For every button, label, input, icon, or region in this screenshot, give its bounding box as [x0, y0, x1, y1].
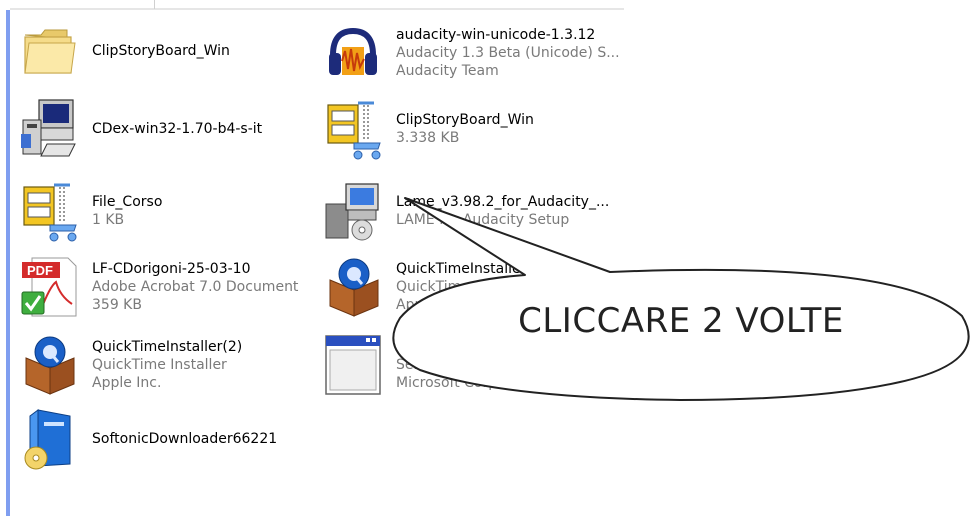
zip-archive-icon	[322, 98, 384, 160]
file-item-pdf[interactable]: PDF LF-CDorigoni-25-03-10 Adobe Acrobat …	[18, 256, 298, 318]
file-name: LF-CDorigoni-25-03-10	[92, 261, 251, 277]
file-description: LAME for Audacity Setup	[396, 212, 570, 228]
file-item-text: ClipStoryBoard_Win 3.338 KB	[396, 111, 534, 147]
file-item-file-corso[interactable]: File_Corso 1 KB	[18, 180, 162, 242]
file-name: audacity-win-unicode-1.3.12	[396, 27, 596, 43]
pdf-icon: PDF	[18, 256, 80, 318]
softonic-icon	[18, 408, 80, 470]
file-name: File_Corso	[92, 194, 163, 210]
file-size: 359 KB	[92, 297, 142, 313]
file-item-text: LF-CDorigoni-25-03-10 Adobe Acrobat 7.0 …	[92, 260, 298, 314]
file-name: CDex-win32-1.70-b4-s-it	[92, 121, 263, 137]
file-company: Microsoft Corporation	[396, 375, 547, 391]
column-separator	[154, 0, 155, 9]
svg-text:PDF: PDF	[27, 263, 53, 278]
file-size: 3.338 KB	[396, 130, 460, 146]
left-panel-edge	[0, 0, 10, 516]
audacity-icon	[322, 22, 384, 84]
file-item-quicktime-installer[interactable]: QuickTimeInstaller QuickTime Installer A…	[322, 256, 531, 318]
file-item-text: QuickTimeInstaller QuickTime Installer A…	[396, 260, 531, 314]
task-pane-stripe	[6, 10, 10, 516]
file-item-lame-installer[interactable]: Lame_v3.98.2_for_Audacity_... LAME for A…	[322, 180, 609, 242]
file-description: Adobe Acrobat 7.0 Document	[92, 279, 299, 295]
quicktime-icon	[18, 334, 80, 396]
file-description: QuickTime Installer	[92, 357, 227, 373]
file-name: ClipStoryBoard_Win	[92, 43, 230, 59]
header-divider	[10, 8, 624, 10]
folder-icon	[18, 20, 80, 82]
file-company: Audacity Team	[396, 63, 499, 79]
file-item-text: Lame_v3.98.2_for_Audacity_... LAME for A…	[396, 193, 609, 229]
file-name: Self-Extractor	[396, 339, 492, 355]
file-item-text: CDex-win32-1.70-b4-s-it	[92, 120, 262, 138]
file-company: Apple Inc.	[92, 375, 162, 391]
file-item-clipstoryboard-folder[interactable]: ClipStoryBoard_Win	[18, 20, 230, 82]
file-item-clipstoryboard-zip[interactable]: ClipStoryBoard_Win 3.338 KB	[322, 98, 534, 160]
file-name: QuickTimeInstaller(2)	[92, 339, 243, 355]
file-item-text: QuickTimeInstaller(2) QuickTime Installe…	[92, 338, 242, 392]
file-name: Lame_v3.98.2_for_Audacity_...	[396, 194, 610, 210]
file-item-softonic-downloader[interactable]: SoftonicDownloader66221	[18, 408, 277, 470]
quicktime-icon	[322, 256, 384, 318]
file-size: 1 KB	[92, 212, 125, 228]
file-description: QuickTime Installer	[396, 279, 531, 295]
file-description: Audacity 1.3 Beta (Unicode) S...	[396, 45, 620, 61]
file-item-text: SoftonicDownloader66221	[92, 430, 277, 448]
file-item-text: Self-Extractor Self-Extracting Cabinet M…	[396, 338, 557, 392]
file-description: Self-Extracting Cabinet	[396, 357, 557, 373]
file-item-self-extractor[interactable]: Self-Extractor Self-Extracting Cabinet M…	[322, 334, 557, 396]
setup-computer-icon	[18, 98, 80, 160]
file-item-cdex[interactable]: CDex-win32-1.70-b4-s-it	[18, 98, 262, 160]
zip-archive-icon	[18, 180, 80, 242]
file-name: QuickTimeInstaller	[396, 261, 527, 277]
installer-icon	[322, 180, 384, 242]
file-item-text: audacity-win-unicode-1.3.12 Audacity 1.3…	[396, 26, 620, 80]
window-icon	[322, 334, 384, 396]
file-item-text: ClipStoryBoard_Win	[92, 42, 230, 60]
file-name: ClipStoryBoard_Win	[396, 112, 534, 128]
file-name: SoftonicDownloader66221	[92, 431, 278, 447]
file-item-text: File_Corso 1 KB	[92, 193, 162, 229]
file-item-audacity[interactable]: audacity-win-unicode-1.3.12 Audacity 1.3…	[322, 22, 620, 84]
file-company: Apple Inc.	[396, 297, 466, 313]
file-item-quicktime-installer-2[interactable]: QuickTimeInstaller(2) QuickTime Installe…	[18, 334, 242, 396]
